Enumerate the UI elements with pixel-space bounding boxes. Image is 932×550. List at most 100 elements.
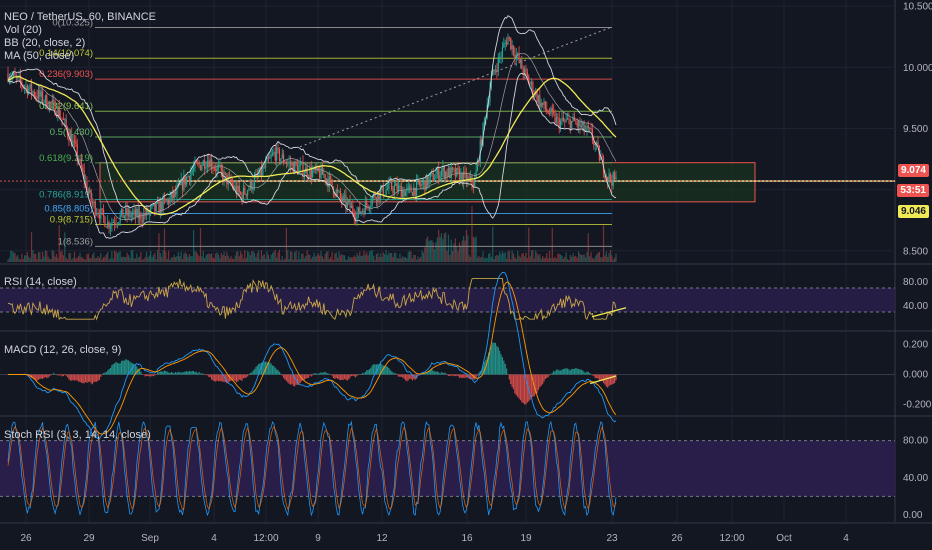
macd-histogram-bar [136,366,138,375]
candle-body [173,191,175,199]
candle-body [438,168,440,180]
candle-body [615,176,617,180]
volume-bar [144,257,146,262]
macd-histogram-bar [235,374,238,383]
volume-bar [11,251,13,262]
volume-bar [525,252,527,262]
macd-histogram-bar [494,342,497,375]
candle-body [75,140,77,145]
candle-body [40,91,42,97]
macd-histogram-bar [443,372,445,375]
macd-histogram-bar [58,374,60,376]
volume-bar [76,257,78,262]
candle-body [359,207,361,214]
volume-bar [572,253,574,262]
volume-bar [190,256,192,262]
candle-body [122,208,124,218]
macd-histogram-bar [125,359,127,375]
candle-body [461,172,463,184]
candle-body [143,213,145,222]
volume-bar [582,254,584,262]
macd-histogram-bar [156,372,159,375]
macd-histogram-bar [519,374,522,401]
candle-body [393,186,396,193]
macd-histogram-bar [190,371,192,375]
macd-histogram-bar [209,374,211,378]
candle-body [277,147,279,150]
volume-bar [148,255,150,262]
macd-legend[interactable]: MACD (12, 26, close, 9) [4,344,121,357]
macd-histogram-bar [197,373,199,375]
macd-histogram-bar [152,374,155,377]
candle-body [375,198,378,202]
indicator-bb[interactable]: BB (20, close, 2) [4,37,156,50]
macd-histogram-bar [548,374,551,376]
volume-bar [537,255,540,262]
candle-body [483,118,486,123]
macd-histogram-bar [478,372,480,375]
price-axis-tick: 10.000 [903,63,932,74]
indicator-ma[interactable]: MA (50, close) [4,50,156,63]
price-axis-tick: 10.500 [903,2,932,13]
macd-histogram-bar [205,374,207,376]
macd-histogram-bar [168,372,170,375]
macd-histogram-bar [248,374,250,376]
volume-bar [447,234,450,262]
macd-histogram-bar [71,374,73,381]
candle-body [98,214,101,219]
macd-histogram-bar [126,359,128,375]
candle-body [130,215,132,218]
macd-histogram-bar [111,365,113,375]
macd-histogram-bar [165,371,167,375]
macd-histogram-bar [278,371,281,375]
macd-histogram-bar [388,368,390,375]
candle-body [428,177,430,186]
volume-bar [241,254,243,262]
rsi-legend[interactable]: RSI (14, close) [4,276,77,289]
volume-bar [145,251,148,262]
stochrsi-legend[interactable]: Stoch RSI (3, 3, 14, 14, close) [4,429,151,442]
volume-bar [215,253,217,262]
macd-histogram-bar [407,374,409,381]
volume-bar [436,237,438,262]
macd-histogram-bar [572,368,574,375]
chart-legend: NEO / TetherUS, 60, BINANCE Vol (20) BB … [4,11,156,63]
indicator-volume[interactable]: Vol (20) [4,24,156,37]
volume-bar [321,256,323,262]
macd-histogram-bar [245,374,247,378]
macd-histogram-bar [346,374,348,381]
volume-bar [288,258,290,262]
volume-bar [19,259,22,262]
volume-bar [140,251,142,262]
candle-body [133,209,135,213]
volume-bar [24,255,26,262]
candle-body [181,179,184,191]
macd-histogram-bar [192,371,195,375]
volume-bar [119,251,121,262]
chart-canvas[interactable]: 0(10.325)0.14(10.074)0.236(9.903)0.382(9… [0,0,932,550]
candle-body [396,183,398,192]
candle-body [109,226,112,229]
macd-histogram-bar [460,374,462,378]
price-axis-tick: 8.500 [903,246,928,257]
candle-body [14,72,16,76]
volume-bar [186,254,188,262]
volume-bar [607,256,609,262]
volume-bar [501,251,504,262]
candle-body [493,69,495,72]
volume-bar [120,257,123,262]
volume-bar [235,251,238,262]
macd-histogram-bar [543,374,545,382]
candle-body [327,178,329,188]
volume-bar [12,252,15,262]
candle-body [512,45,515,54]
volume-bar [36,259,38,262]
macd-histogram-bar [352,374,354,376]
candle-body [404,190,407,197]
volume-bar [98,257,101,262]
candle-body [240,192,242,195]
volume-bar [422,252,425,262]
candle-body [191,170,193,173]
candle-body [271,153,274,155]
macd-histogram-bar [154,374,156,376]
